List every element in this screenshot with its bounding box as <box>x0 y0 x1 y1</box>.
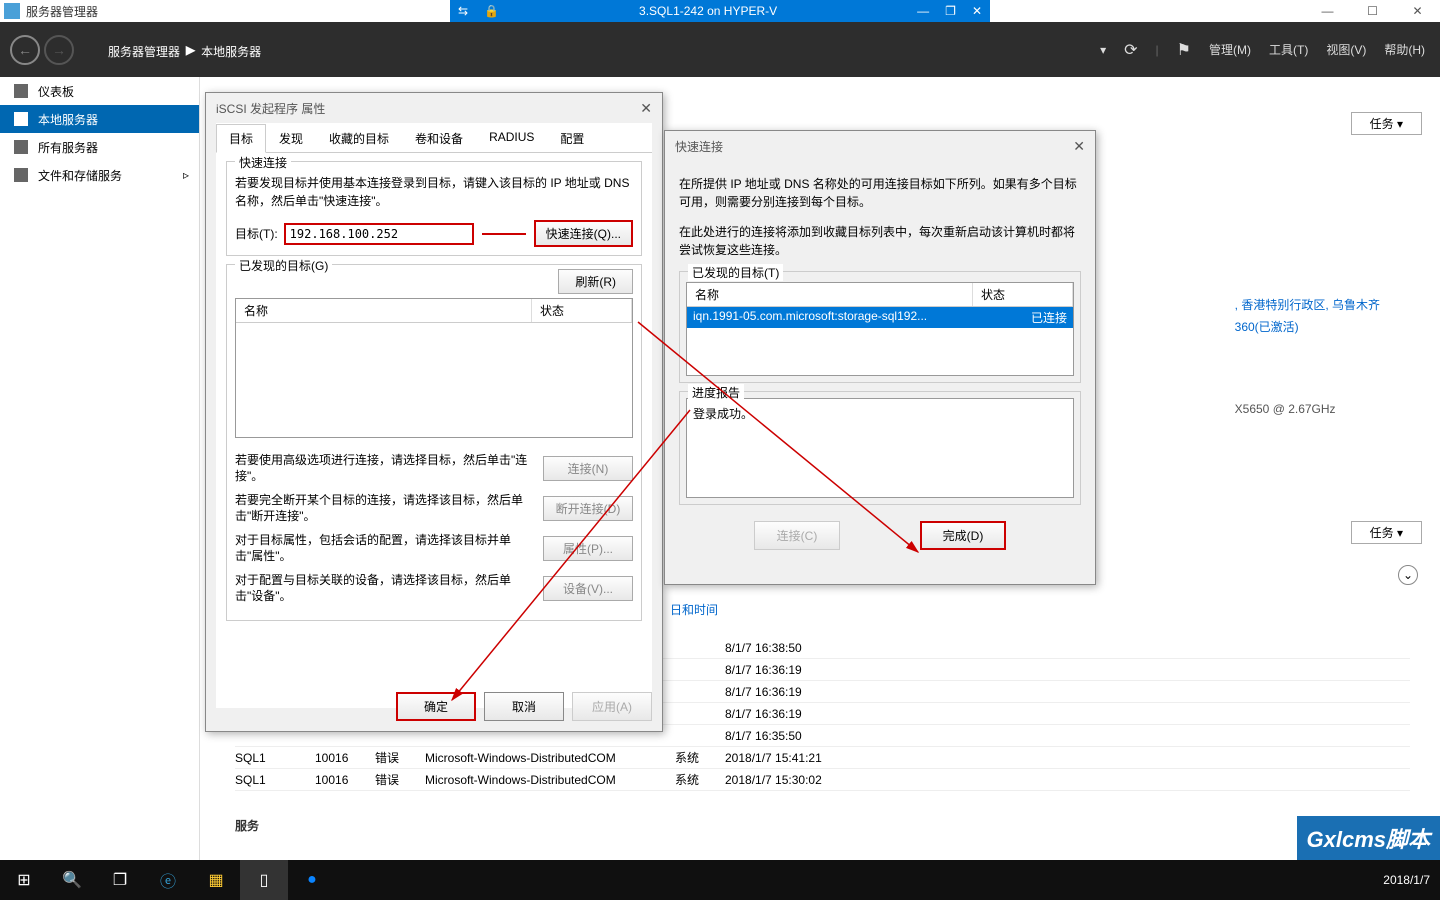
dialog-title: iSCSI 发起程序 属性 <box>216 100 325 117</box>
tab-favorites[interactable]: 收藏的目标 <box>316 124 402 153</box>
search-icon[interactable]: 🔍 <box>48 860 96 900</box>
vm-close-icon[interactable]: ✕ <box>964 4 990 18</box>
tasks-button-2[interactable]: 任务 ▾ <box>1351 521 1422 544</box>
tab-targets[interactable]: 目标 <box>216 124 266 153</box>
host-close-icon[interactable]: ✕ <box>1395 0 1440 22</box>
targets-list[interactable]: 名称 状态 <box>235 298 633 438</box>
discovered-targets-group: 已发现的目标(G) 刷新(R) 名称 状态 若要使用高级选项进行连接，请选择目标… <box>226 264 642 621</box>
menu-view[interactable]: 视图(V) <box>1326 41 1366 58</box>
menu-manage[interactable]: 管理(M) <box>1209 41 1251 58</box>
servers-icon <box>14 140 28 154</box>
nav-back-button[interactable]: ← <box>10 35 40 65</box>
table-row[interactable]: SQL110016错误Microsoft-Windows-Distributed… <box>235 769 1410 791</box>
apply-button[interactable]: 应用(A) <box>572 692 652 721</box>
dialog-tabs: 目标 发现 收藏的目标 卷和设备 RADIUS 配置 <box>216 123 652 153</box>
dialog-title: 快速连接 <box>675 138 723 155</box>
connect-button[interactable]: 连接(C) <box>754 521 840 550</box>
explorer-icon[interactable]: ▦ <box>192 860 240 900</box>
pin-icon[interactable]: ⇆ <box>450 4 476 18</box>
server-manager-icon <box>4 3 20 19</box>
tasks-button-1[interactable]: 任务 ▾ <box>1351 112 1422 135</box>
col-name[interactable]: 名称 <box>687 283 973 306</box>
refresh-button[interactable]: 刷新(R) <box>558 269 633 294</box>
vm-minimize-icon[interactable]: — <box>909 4 937 18</box>
target-input[interactable] <box>284 223 474 245</box>
quick-connect-button[interactable]: 快速连接(Q)... <box>534 220 633 247</box>
iscsi-properties-dialog: iSCSI 发起程序 属性 ✕ 目标 发现 收藏的目标 卷和设备 RADIUS … <box>205 92 663 732</box>
tab-radius[interactable]: RADIUS <box>476 124 547 153</box>
menu-tools[interactable]: 工具(T) <box>1269 41 1308 58</box>
target-label: 目标(T): <box>235 225 278 242</box>
task-view-icon[interactable]: ❐ <box>96 860 144 900</box>
nav-forward-button[interactable]: → <box>44 35 74 65</box>
col-status[interactable]: 状态 <box>973 283 1073 306</box>
host-maximize-icon[interactable]: ☐ <box>1350 0 1395 22</box>
browser-icon[interactable]: ● <box>288 860 336 900</box>
storage-icon <box>14 168 28 182</box>
discovered-targets-group: 已发现的目标(T) 名称 状态 iqn.1991-05.com.microsof… <box>679 271 1081 383</box>
flag-icon[interactable]: ⚑ <box>1177 40 1191 60</box>
refresh-icon[interactable]: ⟳ <box>1124 40 1137 60</box>
progress-text: 登录成功。 <box>686 398 1074 498</box>
ok-button[interactable]: 确定 <box>396 692 476 721</box>
tab-volumes[interactable]: 卷和设备 <box>402 124 476 153</box>
watermark: Gxlcms脚本 <box>1297 816 1440 860</box>
server-info-block: , 香港特别行政区, 乌鲁木齐 360(已激活) X5650 @ 2.67GHz <box>1235 294 1380 420</box>
done-button[interactable]: 完成(D) <box>920 521 1006 550</box>
services-heading: 服务 <box>235 817 259 834</box>
vm-title: 3.SQL1-242 on HYPER-V <box>507 4 909 18</box>
table-row[interactable]: SQL110016错误Microsoft-Windows-Distributed… <box>235 747 1410 769</box>
dashboard-icon <box>14 84 28 98</box>
host-window-controls: — ☐ ✕ <box>1305 0 1440 22</box>
cancel-button[interactable]: 取消 <box>484 692 564 721</box>
taskbar: ⊞ 🔍 ❐ ⓔ ▦ ▯ ● 2018/1/7 <box>0 860 1440 900</box>
host-minimize-icon[interactable]: — <box>1305 0 1350 22</box>
quick-connect-group: 快速连接 若要发现目标并使用基本连接登录到目标，请键入该目标的 IP 地址或 D… <box>226 161 642 256</box>
col-name[interactable]: 名称 <box>236 299 532 322</box>
targets-list[interactable]: 名称 状态 iqn.1991-05.com.microsoft:storage-… <box>686 282 1074 376</box>
server-manager-header: ← → 服务器管理器 ▸ 本地服务器 ▾ ⟳ | ⚑ 管理(M) 工具(T) 视… <box>0 22 1440 77</box>
col-status[interactable]: 状态 <box>532 299 632 322</box>
tab-discovery[interactable]: 发现 <box>266 124 316 153</box>
target-row-selected[interactable]: iqn.1991-05.com.microsoft:storage-sql192… <box>687 307 1073 328</box>
progress-group: 进度报告 登录成功。 <box>679 391 1081 505</box>
server-icon <box>14 112 28 126</box>
connect-button[interactable]: 连接(N) <box>543 456 633 481</box>
server-manager-taskbar-icon[interactable]: ▯ <box>240 860 288 900</box>
start-button[interactable]: ⊞ <box>0 860 48 900</box>
sidebar-item-all-servers[interactable]: 所有服务器 <box>0 133 199 161</box>
breadcrumb: 服务器管理器 ▸ 本地服务器 <box>108 37 261 62</box>
app-titlebar: 服务器管理器 <box>0 0 98 22</box>
disconnect-button[interactable]: 断开连接(D) <box>543 496 633 521</box>
tab-config[interactable]: 配置 <box>547 124 597 153</box>
ie-icon[interactable]: ⓔ <box>144 860 192 900</box>
lock-icon[interactable]: 🔒 <box>476 4 507 18</box>
vm-restore-icon[interactable]: ❐ <box>937 4 964 18</box>
sidebar-item-dashboard[interactable]: 仪表板 <box>0 77 199 105</box>
sidebar: 仪表板 本地服务器 所有服务器 文件和存储服务▹ <box>0 77 200 860</box>
vm-connection-bar: ⇆ 🔒 3.SQL1-242 on HYPER-V — ❐ ✕ <box>450 0 990 22</box>
quick-connect-dialog: 快速连接 ✕ 在所提供 IP 地址或 DNS 名称处的可用连接目标如下所列。如果… <box>664 130 1096 585</box>
sidebar-item-local-server[interactable]: 本地服务器 <box>0 105 199 133</box>
properties-button[interactable]: 属性(P)... <box>543 536 633 561</box>
refresh-dropdown[interactable]: ▾ <box>1100 43 1106 57</box>
app-title: 服务器管理器 <box>26 3 98 20</box>
taskbar-clock[interactable]: 2018/1/7 <box>1383 873 1430 888</box>
expand-button[interactable]: ⌄ <box>1398 565 1418 585</box>
devices-button[interactable]: 设备(V)... <box>543 576 633 601</box>
close-icon[interactable]: ✕ <box>1073 138 1085 155</box>
datetime-column-header[interactable]: 日和时间 <box>670 601 718 618</box>
menu-help[interactable]: 帮助(H) <box>1384 41 1425 58</box>
sidebar-item-file-storage[interactable]: 文件和存储服务▹ <box>0 161 199 189</box>
close-icon[interactable]: ✕ <box>640 100 652 117</box>
